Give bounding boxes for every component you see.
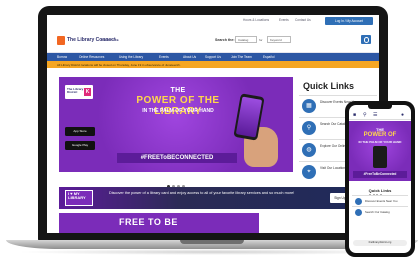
phone-quick-links-title: Quick Links <box>368 188 392 193</box>
account-icon[interactable]: ● <box>401 112 404 118</box>
keyword-select[interactable]: Keyword <box>267 36 291 43</box>
google-play-badge[interactable]: Google Play <box>65 141 95 150</box>
login-button[interactable]: Log In / My Account <box>325 17 373 25</box>
nav-item-events[interactable]: Events <box>159 55 169 59</box>
calendar-icon <box>355 198 362 205</box>
util-link-hours[interactable]: Hours & Locations <box>243 18 269 22</box>
menu-icon[interactable]: ☰ <box>373 112 377 118</box>
library-card-promo: I ♥ MY LIBRARY Discover the power of a l… <box>59 187 364 209</box>
search-icon <box>355 209 362 216</box>
util-link-events[interactable]: Events <box>279 18 289 22</box>
nav-item-borrow[interactable]: Borrow <box>57 55 67 59</box>
phone-quick-link-label: Discover Events Near You <box>365 199 398 203</box>
nav-item-about[interactable]: About Us <box>183 55 196 59</box>
phone-url-bar[interactable]: thelibrarydistrict.org <box>353 240 407 246</box>
promo-text: Discover the power of a library card and… <box>109 191 295 195</box>
for-label: for <box>259 38 263 42</box>
hero-logo-line2: District <box>67 90 78 95</box>
quick-links-title: Quick Links <box>303 81 355 91</box>
free-to-be-text: FREE TO BE <box>119 217 178 227</box>
phone-hero-banner[interactable]: THE POWER OF IN THE PALM OF YOUR HAND #F… <box>349 121 411 181</box>
search-icon[interactable]: ⚲ <box>363 112 367 118</box>
main-nav: Borrow Online Resources Using the Librar… <box>47 53 379 61</box>
globe-icon: ◍ <box>302 143 316 157</box>
phone-hero-hashtag: #FreeToBeConnected <box>353 171 407 178</box>
phone-quick-link-label: Search Our Catalog <box>365 210 390 214</box>
search-button[interactable] <box>361 35 371 44</box>
search-scope-select[interactable]: Catalog <box>235 36 257 43</box>
hero-logo: The Library District K <box>65 85 93 99</box>
i-love-my-library-logo: I ♥ MY LIBRARY <box>65 190 93 206</box>
carousel-dots[interactable] <box>167 175 197 188</box>
calendar-icon: ▦ <box>302 99 316 113</box>
logo-tagline: FREE TO BE <box>101 38 119 42</box>
search-label: Search the: <box>215 38 235 42</box>
phone-quick-link-catalog[interactable]: Search Our Catalog <box>352 206 408 217</box>
utility-bar: Hours & Locations Events Contact Us Log … <box>47 15 379 27</box>
phone-hero-phone-image <box>373 146 387 168</box>
nav-item-join[interactable]: Join The Team <box>231 55 252 59</box>
phone-header: ■ ⚲ ☰ ● <box>349 111 411 120</box>
alert-banner: All Library District locations will be c… <box>47 61 379 68</box>
hero-title-palm: IN THE PALM OF YOUR HAND <box>142 108 214 114</box>
phone-hero-power: POWER OF <box>363 132 397 138</box>
map-pin-icon: ⌖ <box>302 165 316 179</box>
alert-text: All Library District locations will be c… <box>57 63 181 67</box>
logo-icon[interactable]: ■ <box>353 112 356 118</box>
phone-hero-palm: IN THE PALM OF YOUR HAND <box>358 140 402 144</box>
phone-quick-link-events[interactable]: Discover Events Near You <box>352 195 408 206</box>
site-header: The Library Connect FREE TO BE Search th… <box>47 27 379 53</box>
hero-title-the: THE <box>170 87 186 94</box>
laptop-screen: Hours & Locations Events Contact Us Log … <box>47 15 379 233</box>
laptop-notch <box>180 240 244 244</box>
nav-item-support[interactable]: Support Us <box>205 55 221 59</box>
hero-hashtag: #FREEToBECONNECTED <box>117 153 237 163</box>
hero-banner[interactable]: The Library District K App Store Google P… <box>59 77 293 172</box>
nav-item-using-library[interactable]: Using the Library <box>119 55 143 59</box>
phone-notch <box>368 105 392 109</box>
free-to-be-banner: FREE TO BE <box>59 213 259 233</box>
app-store-badge[interactable]: App Store <box>65 127 95 136</box>
search-icon: ⚲ <box>302 121 316 135</box>
hero-k-badge: K <box>84 88 91 96</box>
logo-icon[interactable] <box>57 36 65 45</box>
nav-item-online-resources[interactable]: Online Resources <box>79 55 104 59</box>
util-link-contact[interactable]: Contact Us <box>295 18 311 22</box>
phone-screen: ■ ⚲ ☰ ● THE POWER OF IN THE PALM OF YOUR… <box>349 105 411 253</box>
nav-item-espanol[interactable]: Español <box>263 55 275 59</box>
phone-carousel-dots[interactable] <box>369 183 393 196</box>
